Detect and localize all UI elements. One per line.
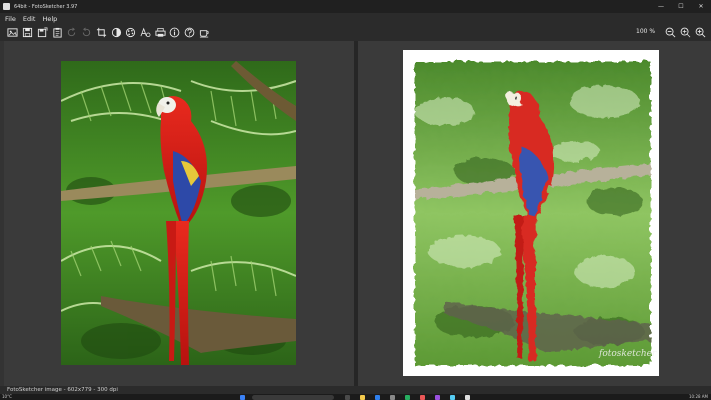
sketch-result-canvas: fotosketcher [403,50,659,376]
image-info: FotoSketcher image - 602x779 - 300 dpi [7,387,118,393]
store-icon[interactable] [390,395,395,400]
maximize-button[interactable]: ☐ [671,0,691,13]
original-image-pane[interactable] [4,41,354,386]
zoom-in-icon[interactable] [694,26,706,38]
start-icon[interactable] [240,395,245,400]
palette-icon[interactable] [124,26,136,38]
zoom-level: 100 % [636,28,656,35]
paste-icon[interactable] [51,26,63,38]
fotosketcher-taskbar-icon[interactable] [420,395,425,400]
save-icon[interactable] [21,26,33,38]
file-explorer-icon[interactable] [360,395,365,400]
window-controls: — ☐ ✕ [651,0,711,13]
app-icon-d[interactable] [465,395,470,400]
menu-help[interactable]: Help [42,15,57,23]
zoom-out-icon[interactable] [664,26,676,38]
result-image-pane[interactable]: fotosketcher [358,41,711,386]
contrast-icon[interactable] [110,26,122,38]
zoom-reset-icon[interactable] [679,26,691,38]
app-icon-a[interactable] [405,395,410,400]
task-view-icon[interactable] [345,395,350,400]
title-bar: 64bit - FotoSketcher 3.97 — ☐ ✕ [0,0,711,13]
open-image-icon[interactable] [6,26,18,38]
os-taskbar: 10°C 10:28 AM [0,394,711,400]
coffee-icon[interactable] [198,26,210,38]
minimize-button[interactable]: — [651,0,671,13]
original-photo [61,61,296,365]
text-effect-icon[interactable] [139,26,151,38]
watermark-text: fotosketcher [598,349,657,359]
fotosketcher-window: 64bit - FotoSketcher 3.97 — ☐ ✕ File Edi… [0,0,711,400]
menu-bar: File Edit Help [0,13,711,24]
toolbar: 100 % [0,24,711,41]
print-icon[interactable] [154,26,166,38]
weather-widget[interactable]: 10°C [2,394,12,400]
browser-icon[interactable] [375,395,380,400]
workspace: fotosketcher [0,41,711,386]
menu-edit[interactable]: Edit [23,15,36,23]
crop-icon[interactable] [95,26,107,38]
app-icon-b[interactable] [435,395,440,400]
redo-icon[interactable] [80,26,92,38]
info-icon[interactable] [168,26,180,38]
help-icon[interactable] [183,26,195,38]
save-as-icon[interactable] [36,26,48,38]
menu-file[interactable]: File [5,15,16,23]
system-clock[interactable]: 10:28 AM [689,394,708,400]
close-button[interactable]: ✕ [691,0,711,13]
window-title: 64bit - FotoSketcher 3.97 [14,3,78,10]
undo-icon[interactable] [65,26,77,38]
taskbar-search[interactable] [252,395,334,400]
app-icon-c[interactable] [450,395,455,400]
status-bar: FotoSketcher image - 602x779 - 300 dpi [0,386,711,394]
app-logo-icon [3,3,10,10]
